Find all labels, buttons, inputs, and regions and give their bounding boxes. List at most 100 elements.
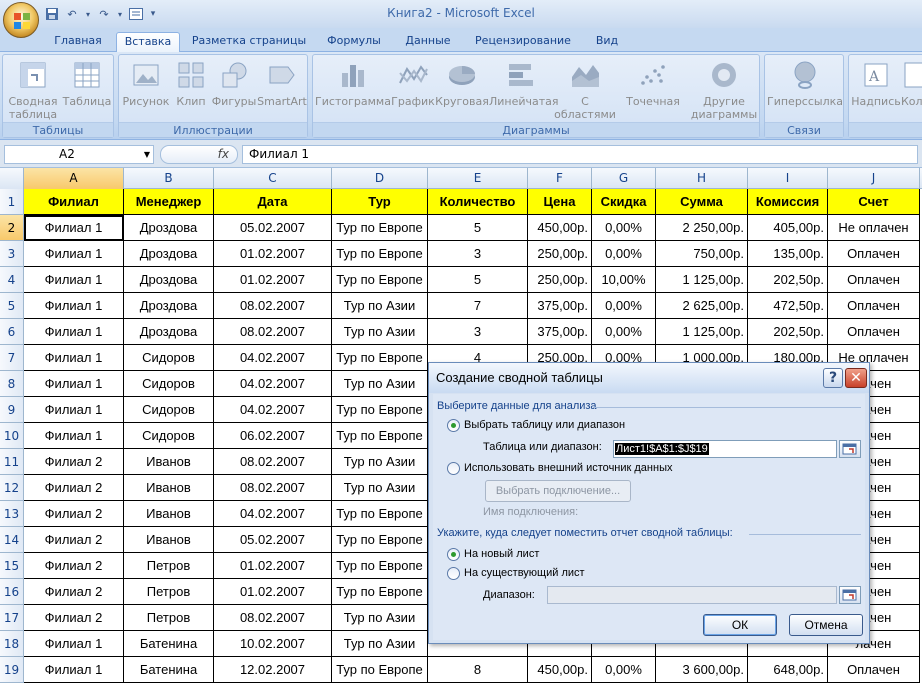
column-header-g[interactable]: G [592, 168, 656, 189]
radio-new-sheet-label[interactable]: На новый лист [464, 548, 539, 560]
textbox-button[interactable]: A Надпись [851, 59, 901, 108]
table-cell[interactable]: 135,00р. [748, 241, 828, 267]
table-cell[interactable]: Тур по Азии [332, 605, 428, 631]
table-cell[interactable]: Филиал 2 [24, 553, 124, 579]
table-cell[interactable]: Дроздова [124, 215, 214, 241]
table-cell[interactable]: Тур по Европе [332, 241, 428, 267]
table-cell[interactable]: Филиал 2 [24, 501, 124, 527]
column-title-cell[interactable]: Количество [428, 189, 528, 215]
customize-qat-icon[interactable]: ▾ [148, 6, 158, 22]
column-header-e[interactable]: E [428, 168, 528, 189]
table-cell[interactable]: Филиал 1 [24, 241, 124, 267]
radio-existing-sheet-label[interactable]: На существующий лист [464, 567, 585, 579]
undo-dropdown-icon[interactable]: ▾ [84, 6, 92, 22]
table-cell[interactable]: 01.02.2007 [214, 553, 332, 579]
redo-icon[interactable]: ↷ [96, 6, 112, 22]
table-cell[interactable]: Филиал 1 [24, 215, 124, 241]
table-cell[interactable]: Филиал 1 [24, 267, 124, 293]
table-cell[interactable]: Дроздова [124, 319, 214, 345]
redo-dropdown-icon[interactable]: ▾ [116, 6, 124, 22]
column-title-cell[interactable]: Тур [332, 189, 428, 215]
table-cell[interactable]: Тур по Европе [332, 423, 428, 449]
table-cell[interactable]: Оплачен [828, 293, 920, 319]
shapes-button[interactable]: Фигуры [211, 59, 257, 108]
column-header-i[interactable]: I [748, 168, 828, 189]
table-cell[interactable]: Дроздова [124, 241, 214, 267]
table-cell[interactable]: 10,00% [592, 267, 656, 293]
column-title-cell[interactable]: Филиал [24, 189, 124, 215]
table-cell[interactable]: 12.02.2007 [214, 657, 332, 683]
table-cell[interactable]: Тур по Европе [332, 579, 428, 605]
row-header[interactable]: 18 [0, 631, 24, 657]
radio-new-sheet[interactable] [447, 548, 460, 561]
table-cell[interactable]: 5 [428, 267, 528, 293]
column-title-cell[interactable]: Сумма [656, 189, 748, 215]
row-header[interactable]: 11 [0, 449, 24, 475]
table-cell[interactable]: 472,50р. [748, 293, 828, 319]
table-cell[interactable]: Сидоров [124, 397, 214, 423]
column-title-cell[interactable]: Дата [214, 189, 332, 215]
table-cell[interactable]: Тур по Азии [332, 371, 428, 397]
table-cell[interactable]: 0,00% [592, 241, 656, 267]
table-cell[interactable]: Филиал 2 [24, 475, 124, 501]
row-header[interactable]: 5 [0, 293, 24, 319]
table-cell[interactable]: Сидоров [124, 345, 214, 371]
row-header[interactable]: 15 [0, 553, 24, 579]
table-cell[interactable]: Тур по Европе [332, 267, 428, 293]
row-header[interactable]: 3 [0, 241, 24, 267]
table-button[interactable]: Таблица [61, 59, 113, 108]
insert-function-button[interactable]: fx [160, 145, 238, 164]
smartart-button[interactable]: SmartArt [257, 59, 307, 108]
save-icon[interactable] [44, 6, 60, 22]
tab-view[interactable]: Вид [588, 32, 626, 52]
table-cell[interactable]: Оплачен [828, 241, 920, 267]
tab-review[interactable]: Рецензирование [468, 32, 578, 52]
pie-chart-button[interactable]: Круговая [435, 59, 489, 108]
table-cell[interactable]: Тур по Европе [332, 527, 428, 553]
picture-button[interactable]: Рисунок [121, 59, 171, 108]
row-header[interactable]: 7 [0, 345, 24, 371]
table-cell[interactable]: 250,00р. [528, 267, 592, 293]
table-cell[interactable]: 08.02.2007 [214, 293, 332, 319]
table-cell[interactable]: 375,00р. [528, 319, 592, 345]
table-cell[interactable]: 01.02.2007 [214, 267, 332, 293]
table-cell[interactable]: 202,50р. [748, 319, 828, 345]
form-icon[interactable] [128, 6, 144, 22]
table-cell[interactable]: 04.02.2007 [214, 345, 332, 371]
table-cell[interactable]: Петров [124, 605, 214, 631]
hyperlink-button[interactable]: Гиперссылка [767, 59, 843, 108]
table-cell[interactable]: 3 [428, 241, 528, 267]
table-cell[interactable]: Иванов [124, 527, 214, 553]
table-cell[interactable]: 08.02.2007 [214, 449, 332, 475]
table-cell[interactable]: 0,00% [592, 319, 656, 345]
column-header-a[interactable]: A [24, 168, 124, 189]
table-cell[interactable]: Тур по Азии [332, 293, 428, 319]
office-button[interactable] [3, 2, 39, 38]
radio-existing-sheet[interactable] [447, 567, 460, 580]
pivot-table-button[interactable]: Сводная таблица [5, 59, 61, 121]
table-cell[interactable]: Тур по Европе [332, 657, 428, 683]
tab-data[interactable]: Данные [398, 32, 458, 52]
row-header[interactable]: 4 [0, 267, 24, 293]
column-title-cell[interactable]: Менеджер [124, 189, 214, 215]
table-cell[interactable]: Тур по Европе [332, 215, 428, 241]
range-input[interactable]: Лист1!$A$1:$J$19 [613, 440, 837, 458]
radio-select-range-label[interactable]: Выбрать таблицу или диапазон [464, 419, 625, 431]
choose-connection-button[interactable]: Выбрать подключение... [485, 480, 631, 502]
column-header-h[interactable]: H [656, 168, 748, 189]
table-cell[interactable]: Дроздова [124, 293, 214, 319]
bar-chart-button[interactable]: Линейчатая [489, 59, 559, 108]
formula-input[interactable]: Филиал 1 [242, 145, 918, 164]
select-all-corner[interactable] [0, 168, 24, 189]
ok-button[interactable]: ОК [703, 614, 777, 636]
table-cell[interactable]: Тур по Европе [332, 397, 428, 423]
table-cell[interactable]: 08.02.2007 [214, 319, 332, 345]
column-chart-button[interactable]: Гистограмма [315, 59, 391, 108]
table-cell[interactable]: Филиал 2 [24, 527, 124, 553]
destination-range-input[interactable] [547, 586, 837, 604]
table-cell[interactable]: 648,00р. [748, 657, 828, 683]
table-cell[interactable]: 01.02.2007 [214, 579, 332, 605]
row-header[interactable]: 9 [0, 397, 24, 423]
table-cell[interactable]: Тур по Азии [332, 319, 428, 345]
table-cell[interactable]: Филиал 1 [24, 423, 124, 449]
